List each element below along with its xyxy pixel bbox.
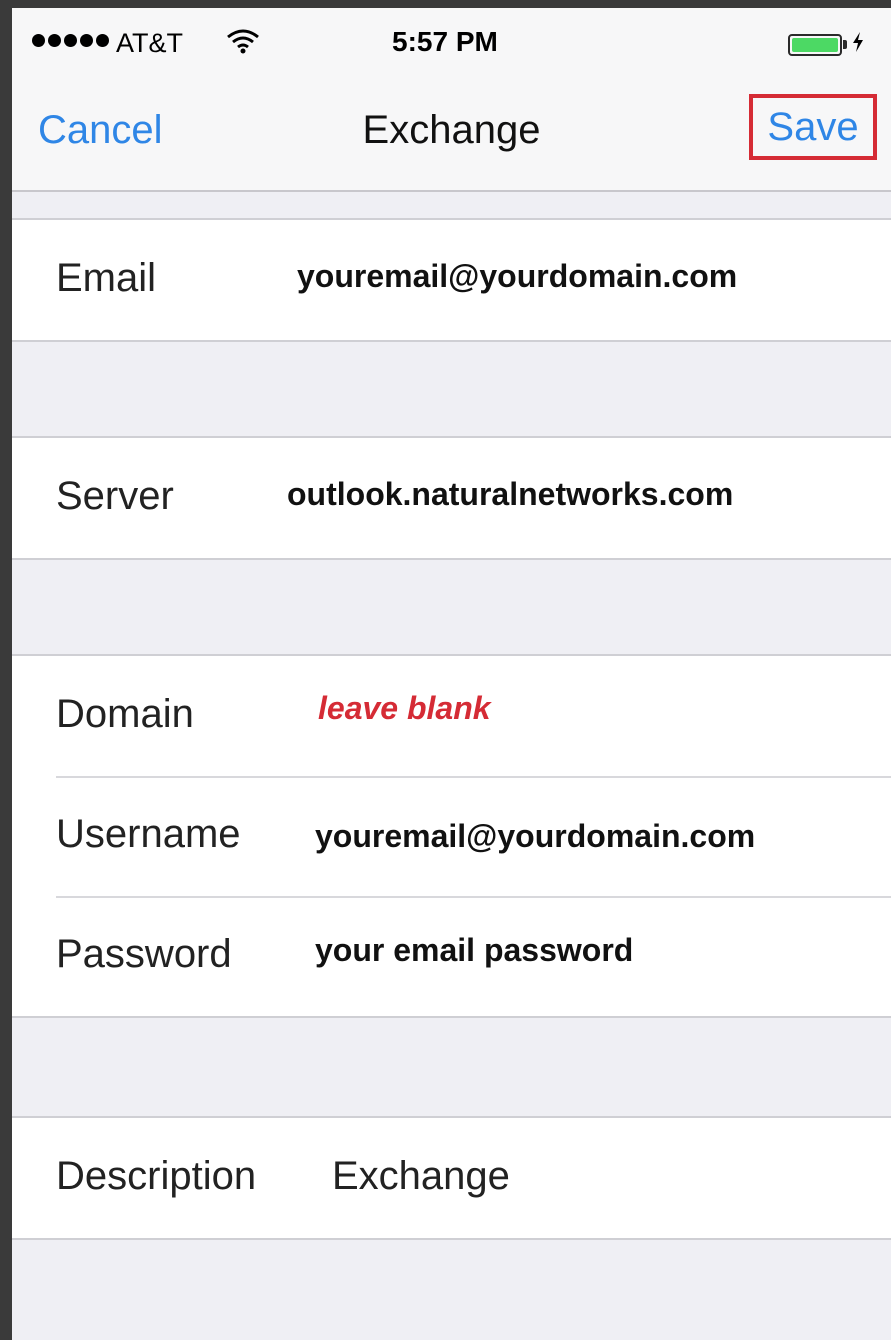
- password-row[interactable]: Password your email password: [12, 896, 891, 1016]
- domain-row[interactable]: Domain leave blank: [12, 656, 891, 776]
- credentials-group: Domain leave blank Username youremail@yo…: [12, 654, 891, 1018]
- status-time: 5:57 PM: [392, 26, 498, 57]
- password-label: Password: [56, 932, 232, 976]
- username-row[interactable]: Username youremail@yourdomain.com: [12, 776, 891, 896]
- server-label: Server: [56, 474, 174, 518]
- description-group: Description Exchange: [12, 1116, 891, 1240]
- username-value: youremail@yourdomain.com: [315, 818, 756, 854]
- email-label: Email: [56, 256, 157, 300]
- domain-label: Domain: [56, 692, 194, 736]
- username-label: Username: [56, 812, 241, 856]
- charging-bolt-icon: [852, 32, 864, 57]
- carrier-name: AT&T: [116, 28, 183, 58]
- description-value: Exchange: [332, 1154, 510, 1198]
- description-label: Description: [56, 1154, 257, 1198]
- password-value: your email password: [315, 932, 634, 968]
- domain-hint: leave blank: [318, 690, 491, 726]
- email-value: youremail@yourdomain.com: [297, 258, 738, 294]
- email-group: Email youremail@yourdomain.com: [12, 218, 891, 342]
- battery-icon: [788, 32, 864, 57]
- server-group: Server outlook.naturalnetworks.com: [12, 436, 891, 560]
- phone-screen: AT&T 5:57 PM Cancel Exchange Save Email …: [12, 8, 891, 1340]
- battery-fill: [792, 37, 838, 52]
- description-row[interactable]: Description Exchange: [12, 1118, 891, 1238]
- server-value: outlook.naturalnetworks.com: [287, 476, 734, 512]
- server-row[interactable]: Server outlook.naturalnetworks.com: [12, 438, 891, 558]
- status-bar: AT&T 5:57 PM: [12, 8, 891, 78]
- save-button-label: Save: [767, 104, 859, 149]
- save-button[interactable]: Save: [749, 94, 877, 160]
- wifi-icon: [226, 28, 260, 59]
- email-row[interactable]: Email youremail@yourdomain.com: [12, 220, 891, 340]
- navigation-header: AT&T 5:57 PM Cancel Exchange Save: [12, 8, 891, 192]
- signal-dots-icon: [32, 34, 109, 47]
